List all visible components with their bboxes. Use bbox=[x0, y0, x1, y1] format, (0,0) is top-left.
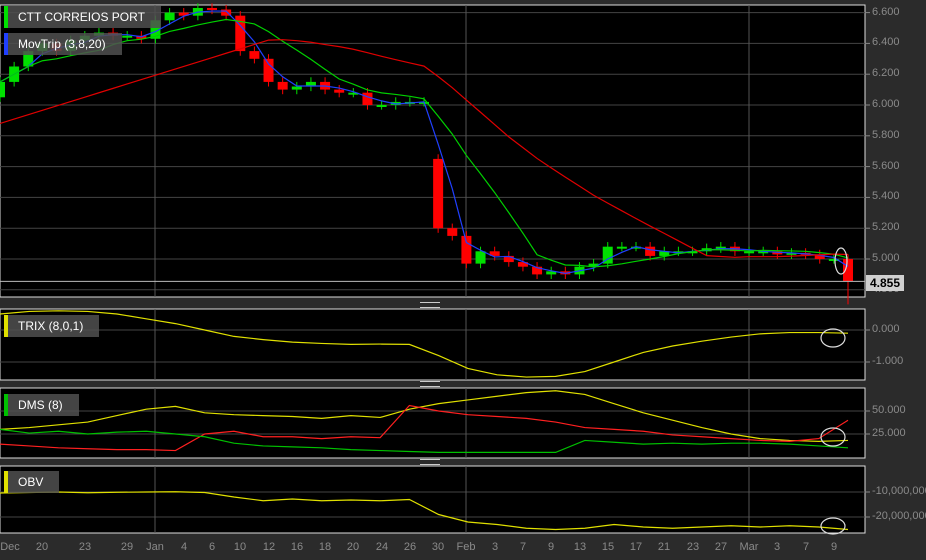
price-tick: 5.200 bbox=[872, 221, 900, 234]
x-axis-label: Mar bbox=[739, 541, 759, 553]
x-axis-label: 21 bbox=[657, 541, 671, 553]
x-axis-label: 13 bbox=[573, 541, 587, 553]
dms-tick: 25.000 bbox=[872, 427, 906, 439]
x-axis-label: 12 bbox=[262, 541, 276, 553]
panel-splitter[interactable] bbox=[420, 459, 440, 465]
obv-label[interactable]: OBV bbox=[4, 471, 60, 493]
x-axis-label: 15 bbox=[601, 541, 615, 553]
panel-splitter[interactable] bbox=[420, 381, 440, 387]
price-tick: 6.600 bbox=[872, 5, 900, 18]
price-tick: 5.800 bbox=[872, 128, 900, 141]
candle-body bbox=[263, 58, 274, 82]
price-tick: 6.400 bbox=[872, 36, 900, 49]
x-axis-label: Dec bbox=[0, 541, 20, 553]
obv-tick: -10,000,000 bbox=[872, 485, 926, 497]
candle-body bbox=[164, 12, 175, 21]
x-axis-label: 23 bbox=[78, 541, 92, 553]
trix-color-bar bbox=[4, 315, 8, 337]
obv-tick: -20,000,000 bbox=[872, 510, 926, 522]
dms-label[interactable]: DMS (8) bbox=[4, 394, 79, 416]
movtrip-label[interactable]: MovTrip (3,8,20) bbox=[4, 33, 122, 55]
x-axis-label: 6 bbox=[208, 541, 216, 553]
price-tick: 6.000 bbox=[872, 98, 900, 110]
trix-tick: -1.000 bbox=[872, 355, 904, 367]
last-price-badge: 4.855 bbox=[866, 275, 905, 291]
x-axis-label: 16 bbox=[290, 541, 304, 553]
chart-panel bbox=[0, 387, 866, 459]
trix-label[interactable]: TRIX (8,0,1) bbox=[4, 315, 100, 337]
candle-body bbox=[207, 7, 217, 10]
x-axis-label: 20 bbox=[35, 541, 49, 553]
x-axis-label: 30 bbox=[431, 541, 445, 553]
symbol-color-bar bbox=[4, 6, 8, 28]
price-tick: 6.200 bbox=[872, 67, 900, 80]
candle-body bbox=[376, 105, 387, 107]
x-axis-label: 29 bbox=[120, 541, 134, 553]
price-tick: 5.000 bbox=[872, 252, 900, 264]
candle-body bbox=[334, 89, 345, 93]
x-axis-label: 18 bbox=[318, 541, 332, 553]
x-axis-label: Jan bbox=[146, 541, 164, 553]
candle-body bbox=[447, 228, 458, 236]
x-axis-label: 9 bbox=[547, 541, 555, 553]
movtrip-color-bar bbox=[4, 33, 8, 55]
candle-body bbox=[291, 86, 302, 90]
panel-splitter[interactable] bbox=[420, 302, 440, 308]
x-axis-label: 24 bbox=[375, 541, 389, 553]
dms-color-bar bbox=[4, 394, 8, 416]
candle-body bbox=[433, 158, 444, 229]
x-axis-label: 4 bbox=[180, 541, 188, 553]
dms-title: DMS (8) bbox=[18, 398, 63, 412]
x-axis-label: 20 bbox=[346, 541, 360, 553]
chart-panel bbox=[0, 465, 866, 534]
price-tick: 5.600 bbox=[872, 159, 900, 172]
stock-chart[interactable] bbox=[0, 0, 926, 560]
x-axis-label: 10 bbox=[233, 541, 247, 553]
x-axis-label: 27 bbox=[714, 541, 728, 553]
obv-title: OBV bbox=[18, 475, 44, 489]
candle-body bbox=[0, 81, 5, 98]
candle-body bbox=[122, 35, 133, 38]
candle-body bbox=[616, 246, 627, 249]
symbol-title: CTT CORREIOS PORT bbox=[18, 10, 145, 24]
candle-body bbox=[843, 259, 853, 282]
x-axis-label: 23 bbox=[686, 541, 700, 553]
x-axis-label: 26 bbox=[403, 541, 417, 553]
trix-title: TRIX (8,0,1) bbox=[18, 319, 84, 333]
chart-panel bbox=[0, 308, 866, 381]
candle-body bbox=[744, 251, 755, 254]
price-tick: 5.400 bbox=[872, 190, 900, 203]
candle-body bbox=[461, 235, 472, 264]
candle-body bbox=[362, 92, 373, 105]
x-axis-label: 9 bbox=[830, 541, 838, 553]
candle-body bbox=[277, 81, 288, 90]
dms-tick: 50.000 bbox=[872, 404, 906, 416]
x-axis-label: 7 bbox=[519, 541, 527, 553]
movtrip-title: MovTrip (3,8,20) bbox=[18, 37, 106, 51]
candle-body bbox=[249, 51, 260, 59]
x-axis-label: 7 bbox=[802, 541, 810, 553]
candle-body bbox=[475, 251, 486, 264]
x-axis-label: 3 bbox=[491, 541, 499, 553]
symbol-label: CTT CORREIOS PORT bbox=[4, 6, 161, 28]
candle-body bbox=[645, 246, 656, 256]
trix-tick: 0.000 bbox=[872, 323, 900, 335]
x-axis-label: Feb bbox=[456, 541, 476, 553]
x-axis-label: 17 bbox=[629, 541, 643, 553]
obv-color-bar bbox=[4, 471, 8, 493]
x-axis-label: 3 bbox=[773, 541, 781, 553]
